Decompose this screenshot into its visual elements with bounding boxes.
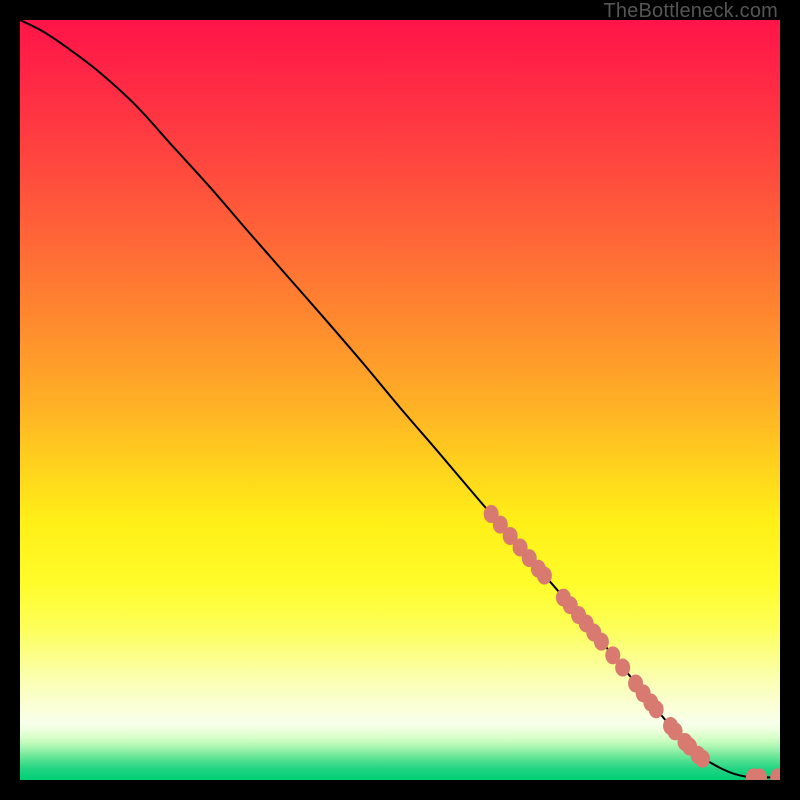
data-marker: [594, 633, 609, 651]
data-marker: [695, 750, 710, 768]
data-marker: [649, 700, 664, 718]
data-marker: [537, 567, 552, 585]
data-marker: [615, 659, 630, 677]
chart-svg: [20, 20, 780, 780]
chart-background: [20, 20, 780, 780]
